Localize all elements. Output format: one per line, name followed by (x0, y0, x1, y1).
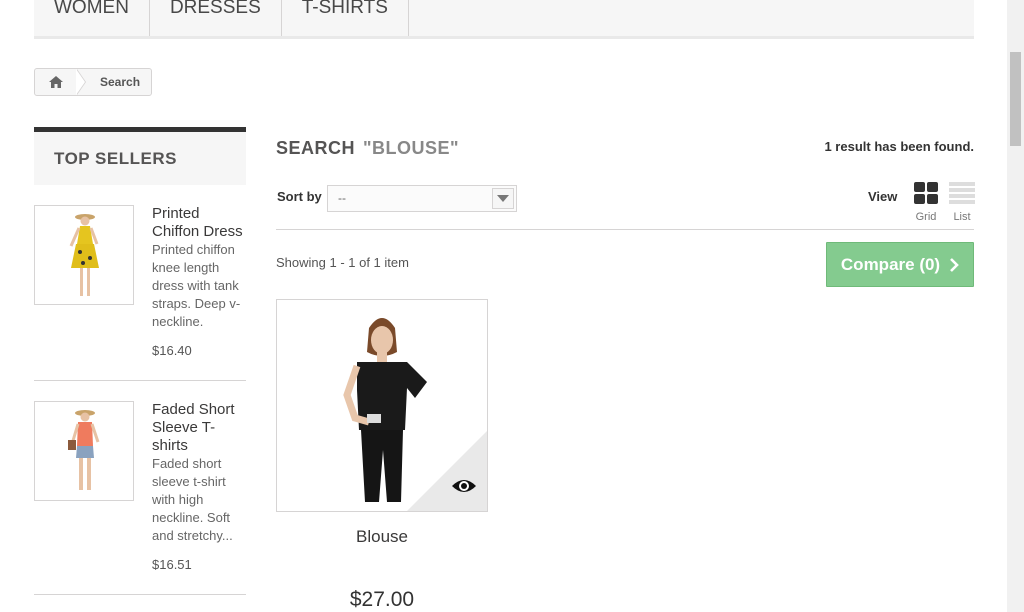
scrollbar-thumb[interactable] (1010, 52, 1021, 146)
divider (276, 229, 974, 230)
product-image-link[interactable] (276, 299, 488, 512)
top-sellers-title: TOP SELLERS (54, 149, 177, 168)
top-sellers-heading[interactable]: TOP SELLERS (34, 127, 246, 185)
list-view-button[interactable]: List (948, 182, 976, 223)
breadcrumb: Search (34, 68, 153, 96)
product-price: $27.00 (349, 588, 415, 611)
page-title: SEARCH "BLOUSE" (276, 138, 459, 159)
chevron-down-icon (492, 188, 514, 209)
product-name-link[interactable]: Blouse (276, 527, 488, 547)
menu-item-label: DRESSES (169, 0, 261, 18)
top-seller-item: Faded Short Sleeve T-shirts Faded short … (34, 401, 246, 595)
compare-label: Compare (0) (840, 254, 941, 274)
eye-icon[interactable] (451, 477, 477, 495)
chevron-right-icon (950, 257, 959, 272)
sort-select[interactable]: -- (327, 185, 517, 212)
grid-icon (914, 182, 938, 204)
top-seller-info: Faded Short Sleeve T-shirts Faded short … (152, 401, 246, 545)
menu-item-label: T-SHIRTS (301, 0, 388, 18)
menu-item-tshirts[interactable]: T-SHIRTS (282, 0, 409, 36)
dress-photo (69, 214, 99, 296)
tshirt-photo (68, 410, 100, 490)
breadcrumb-current: Search (100, 75, 141, 89)
product-description: Printed chiffon knee length dress with t… (152, 242, 241, 329)
breadcrumb-separator (76, 69, 86, 95)
grid-label: Grid (915, 211, 937, 223)
top-menu: WOMEN DRESSES T-SHIRTS (34, 0, 974, 39)
product-thumbnail[interactable] (34, 401, 134, 501)
product-description: Faded short sleeve t-shirt with high nec… (152, 456, 233, 543)
breadcrumb-home-link[interactable] (35, 69, 77, 95)
menu-item-label: WOMEN (54, 0, 129, 18)
view-label: View (868, 189, 898, 204)
menu-item-dresses[interactable]: DRESSES (150, 0, 282, 36)
search-heading: SEARCH (276, 138, 356, 158)
product-price: $16.40 (152, 343, 192, 358)
grid-view-button[interactable]: Grid (914, 182, 938, 223)
quick-view-corner[interactable] (407, 431, 487, 511)
list-label: List (953, 211, 971, 223)
product-name-link[interactable]: Printed Chiffon Dress (152, 205, 246, 241)
menu-item-women[interactable]: WOMEN (34, 0, 150, 36)
top-seller-info: Printed Chiffon Dress Printed chiffon kn… (152, 205, 246, 331)
result-count: 1 result has been found. (824, 139, 974, 154)
search-term: "BLOUSE" (363, 138, 460, 158)
product-name-link[interactable]: Faded Short Sleeve T-shirts (152, 401, 246, 455)
product-thumbnail[interactable] (34, 205, 134, 305)
compare-button[interactable]: Compare (0) (826, 242, 974, 287)
home-icon (49, 76, 63, 88)
product-price: $16.51 (152, 557, 192, 572)
sort-selected-value: -- (338, 191, 346, 205)
top-seller-item: Printed Chiffon Dress Printed chiffon kn… (34, 205, 246, 381)
sort-label: Sort by (277, 189, 322, 204)
list-icon (949, 182, 975, 204)
showing-count: Showing 1 - 1 of 1 item (276, 255, 409, 270)
